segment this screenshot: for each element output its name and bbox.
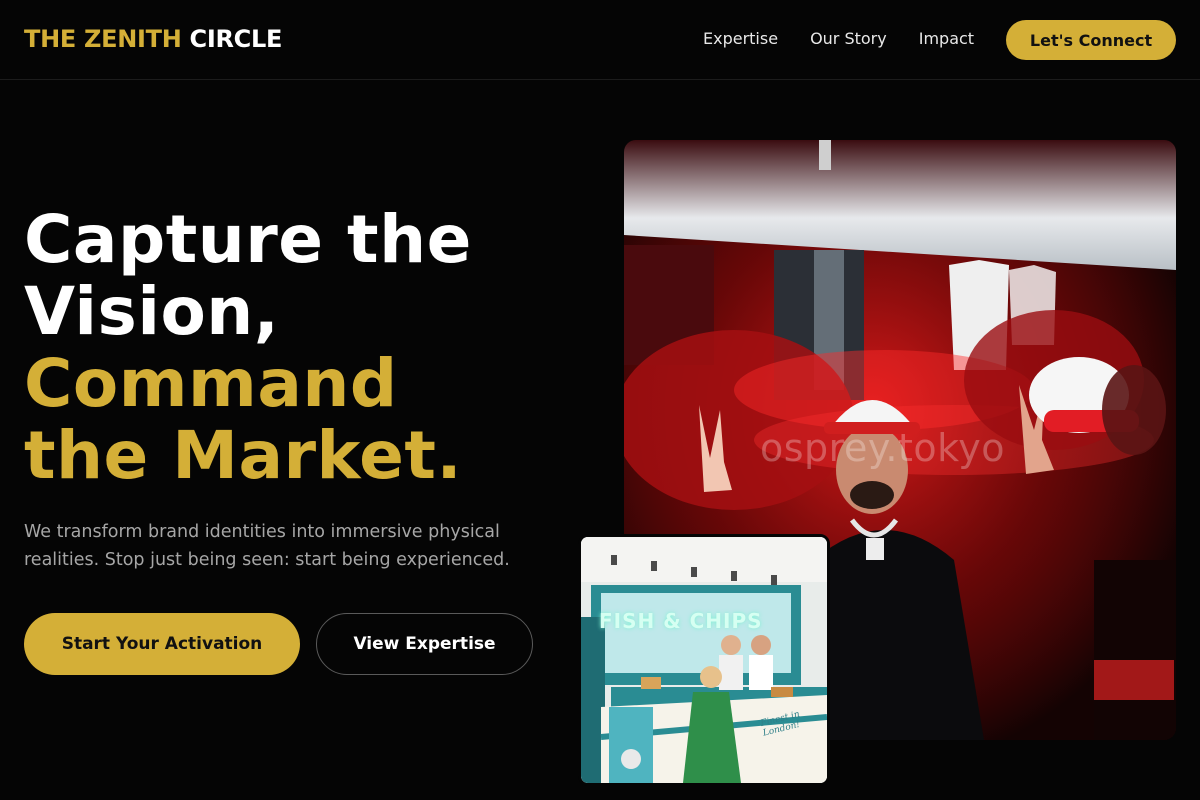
headline-line-2: Vision, [24, 273, 280, 350]
nav-links: Expertise Our Story Impact [703, 29, 1006, 48]
hero-subtext: We transform brand identities into immer… [24, 522, 510, 570]
headline-line-4: the Market. [24, 417, 463, 494]
brand-name-part1: THE ZENITH [24, 25, 182, 53]
shop-sign-text: FISH & CHIPS [599, 609, 763, 633]
lets-connect-button[interactable]: Let's Connect [1006, 20, 1176, 60]
view-expertise-button[interactable]: View Expertise [316, 613, 533, 675]
photo-watermark: osprey.tokyo [760, 426, 1006, 470]
top-navbar: THE ZENITH CIRCLE Expertise Our Story Im… [0, 0, 1200, 80]
hero-photo-fish-and-chips-shop: FISH & CHIPS Finest in London! [578, 534, 830, 786]
headline-line-1: Capture the [24, 201, 472, 278]
brand-logo[interactable]: THE ZENITH CIRCLE [24, 25, 282, 53]
nav-link-expertise[interactable]: Expertise [703, 29, 778, 48]
brand-name-part2: CIRCLE [189, 25, 283, 53]
nav-link-our-story[interactable]: Our Story [810, 29, 887, 48]
hero-headline: Capture the Vision, Command the Market. [24, 204, 604, 492]
start-activation-button[interactable]: Start Your Activation [24, 613, 300, 675]
nav-link-impact[interactable]: Impact [919, 29, 974, 48]
headline-line-3: Command [24, 345, 398, 422]
